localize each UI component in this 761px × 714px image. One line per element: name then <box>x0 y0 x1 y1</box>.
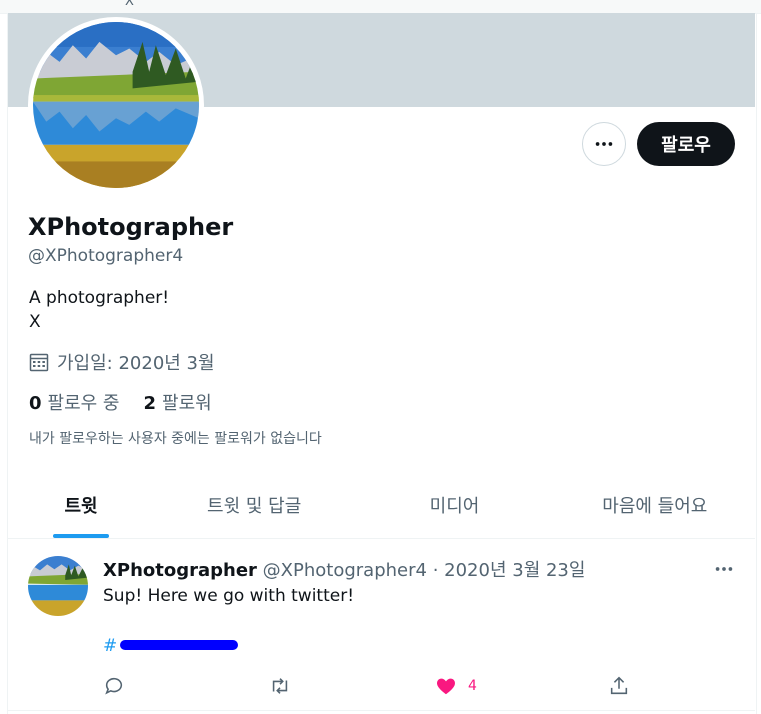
tab-label: 트윗 <box>64 496 98 517</box>
share-button[interactable] <box>608 675 630 697</box>
bio-line: A photographer! <box>29 288 170 308</box>
tweet-author-name[interactable]: XPhotographer <box>103 560 257 581</box>
top-strip: X <box>0 0 761 14</box>
more-options-button[interactable] <box>582 122 626 166</box>
following-link[interactable]: 0 팔로우 중 <box>29 389 120 415</box>
bio-line: X <box>29 312 41 332</box>
tab-media[interactable]: 미디어 <box>354 472 554 538</box>
close-glyph[interactable]: X <box>125 0 134 9</box>
tweet-header: XPhotographer @XPhotographer4 · 2020년 3월… <box>103 556 585 582</box>
tab-label: 미디어 <box>429 496 480 517</box>
tweet-actions: 4 <box>103 675 643 699</box>
follow-stats: 0 팔로우 중 2 팔로워 <box>29 389 212 415</box>
followers-label: 팔로워 <box>162 393 212 414</box>
tab-label: 트윗 및 답글 <box>207 496 302 517</box>
following-label: 팔로우 중 <box>47 393 120 414</box>
tab-tweets-replies[interactable]: 트윗 및 답글 <box>154 472 354 538</box>
tweet-date[interactable]: 2020년 3월 23일 <box>444 560 585 581</box>
separator: · <box>432 560 439 581</box>
joined-date: 가입일: 2020년 3월 <box>29 349 215 375</box>
mutual-followers-note: 내가 팔로우하는 사용자 중에는 팔로워가 없습니다 <box>29 431 322 447</box>
tweet-more-button[interactable] <box>713 558 735 584</box>
redaction-mark <box>120 640 238 650</box>
profile-tabs: 트윗 트윗 및 답글 미디어 마음에 들어요 <box>8 472 755 539</box>
tab-likes[interactable]: 마음에 들어요 <box>555 472 755 538</box>
follow-button[interactable]: 팔로우 <box>637 122 735 166</box>
following-count: 0 <box>29 393 42 414</box>
more-horizontal-icon <box>595 142 613 146</box>
like-button[interactable]: 4 <box>434 675 477 697</box>
profile-display-name: XPhotographer <box>28 213 234 241</box>
tweet-author-avatar[interactable] <box>28 556 88 616</box>
tweet-hashtag[interactable]: # <box>103 636 117 656</box>
retweet-icon <box>272 678 288 694</box>
followers-link[interactable]: 2 팔로워 <box>144 389 212 415</box>
more-horizontal-icon <box>715 567 733 571</box>
heart-icon <box>437 678 455 695</box>
reply-icon <box>105 677 123 695</box>
profile-handle: @XPhotographer4 <box>28 246 184 266</box>
tab-tweets[interactable]: 트윗 <box>8 472 154 538</box>
calendar-icon <box>29 353 49 372</box>
reply-button[interactable] <box>103 675 125 697</box>
retweet-button[interactable] <box>268 675 292 697</box>
profile-bio: A photographer! X <box>29 286 169 334</box>
active-tab-indicator <box>53 534 109 538</box>
tweet[interactable]: XPhotographer @XPhotographer4 · 2020년 3월… <box>8 540 755 711</box>
like-count: 4 <box>468 678 477 694</box>
profile-avatar[interactable] <box>28 17 204 193</box>
tweet-text: Sup! Here we go with twitter! <box>103 586 355 606</box>
joined-text: 가입일: 2020년 3월 <box>57 353 215 374</box>
share-icon <box>610 676 628 695</box>
followers-count: 2 <box>143 393 157 414</box>
tab-label: 마음에 들어요 <box>602 496 708 517</box>
tweet-author-handle[interactable]: @XPhotographer4 <box>263 560 427 581</box>
